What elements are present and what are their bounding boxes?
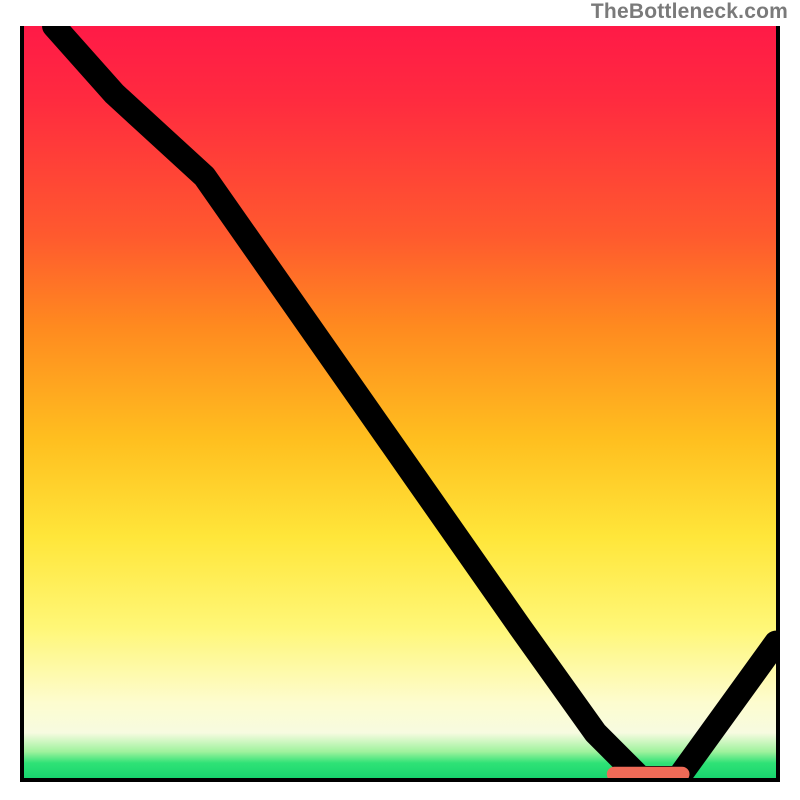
chart-area (20, 26, 780, 782)
chart-axes (20, 26, 780, 782)
watermark-text: TheBottleneck.com (591, 0, 788, 24)
